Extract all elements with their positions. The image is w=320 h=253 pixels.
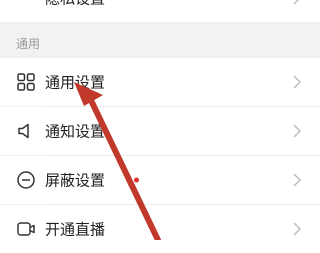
chevron-right-icon (293, 173, 301, 187)
speaker-icon (18, 123, 29, 139)
chevron-right-icon (293, 124, 301, 138)
grid-icon (17, 73, 35, 91)
notification-settings-label: 通知设置 (45, 122, 106, 141)
chevron-right-icon (293, 0, 300, 5)
live-icon (17, 222, 35, 236)
chevron-right-icon (293, 222, 301, 236)
notification-dot (134, 177, 139, 183)
privacy-settings-item[interactable]: 隐私设置 (0, 0, 320, 22)
section-header-general: 通用 (16, 37, 41, 51)
chevron-right-icon (293, 75, 301, 89)
start-live-label: 开通直播 (45, 220, 106, 239)
general-settings-label: 通用设置 (45, 73, 106, 92)
block-settings-label: 屏蔽设置 (45, 171, 106, 190)
block-settings-item[interactable]: 屏蔽设置 (0, 156, 320, 204)
notification-settings-item[interactable]: 通知设置 (0, 107, 320, 155)
privacy-settings-label: 隐私设置 (45, 0, 105, 9)
block-icon (17, 171, 35, 189)
general-settings-item[interactable]: 通用设置 (0, 58, 320, 106)
start-live-item[interactable]: 开通直播 (0, 205, 320, 253)
